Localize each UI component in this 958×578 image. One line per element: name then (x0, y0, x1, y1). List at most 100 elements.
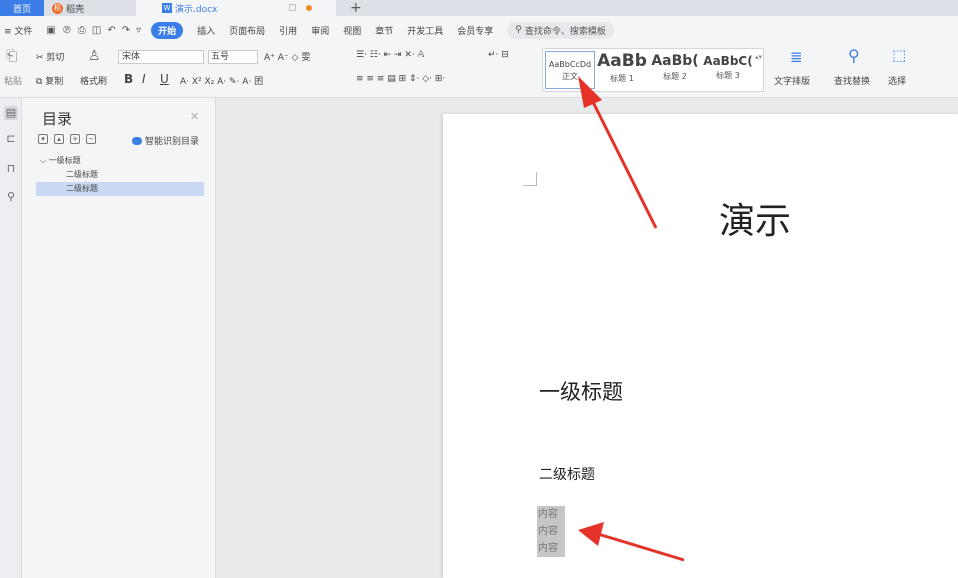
toc-item-label: 二级标题 (66, 184, 98, 193)
style-heading-3-name: 标题 3 (716, 71, 740, 80)
select-icon[interactable]: ⬚ (892, 46, 906, 64)
quick-access-toolbar: ▣ ℗ ⎙ ◫ ↶ ↷ ▿ (46, 25, 141, 36)
italic-button[interactable]: I (142, 72, 146, 86)
collapse-all-icon[interactable]: ▾ (38, 134, 48, 144)
tab-docer[interactable]: 稻 稻壳 (44, 0, 136, 16)
search-icon: ⚲ (515, 25, 522, 35)
smart-toc-button[interactable]: 智能识别目录 (132, 134, 199, 147)
doc-body-line: 内容 (538, 543, 558, 554)
toc-item[interactable]: 二级标题 (36, 168, 204, 182)
underline-button[interactable]: U (160, 72, 169, 86)
toc-item[interactable]: ⌵ 一级标题 (36, 154, 204, 168)
font-grow-shrink-icons[interactable]: A⁺ A⁻ ◇ 雯 (264, 50, 310, 63)
menu-view[interactable]: 视图 (343, 24, 361, 37)
customize-icon[interactable]: ▿ (136, 25, 141, 36)
find-replace-button[interactable]: 查找替换 (834, 74, 870, 87)
close-icon[interactable]: ✕ (190, 110, 199, 123)
margin-corner-mark (523, 172, 537, 186)
menu-insert[interactable]: 插入 (197, 24, 215, 37)
find-replace-icon[interactable]: ⚲ (848, 46, 860, 65)
search-panel-icon[interactable]: ⚲ (4, 190, 18, 204)
cut-label: 剪切 (46, 53, 65, 63)
tab-docer-label: 稻壳 (66, 4, 85, 15)
bookmark-icon[interactable]: ⊓ (4, 162, 18, 176)
command-search-box[interactable]: ⚲ 查找命令、搜索模板 (507, 21, 614, 39)
ribbon-toolbar: ⎗ 粘贴 ✂ 剪切 ⧉ 复制 ♙ 格式刷 宋体 五号 A⁺ A⁻ ◇ 雯 B I… (0, 44, 958, 98)
doc-body-line: 内容 (538, 509, 558, 520)
menu-developer[interactable]: 开发工具 (407, 24, 443, 37)
document-page[interactable]: 演示 一级标题 二级标题 内容 内容 内容 (443, 114, 958, 578)
word-doc-icon: W (162, 3, 172, 13)
toc-panel-icon[interactable]: ▤ (4, 106, 18, 120)
style-normal[interactable]: AaBbCcDd 正文 (545, 51, 595, 89)
unsaved-dot-icon (306, 5, 312, 11)
remove-heading-icon[interactable]: − (86, 134, 96, 144)
toc-panel: 目录 ✕ ▾ ▴ + − 智能识别目录 ⌵ 一级标题 二级标题 二级标题 (22, 98, 216, 578)
font-size-value: 五号 (211, 52, 230, 62)
format-painter-icon[interactable]: ♙ (88, 48, 101, 64)
toc-item-label: 一级标题 (48, 156, 81, 165)
add-heading-icon[interactable]: + (70, 134, 80, 144)
select-button[interactable]: 选择 (888, 74, 906, 87)
menu-page-layout[interactable]: 页面布局 (229, 24, 265, 37)
style-gallery: AaBbCcDd 正文 AaBb 标题 1 AaBb( 标题 2 AaBbC( … (542, 48, 764, 92)
output-pdf-icon[interactable]: ℗ (62, 25, 72, 36)
cut-button[interactable]: ✂ 剪切 (36, 50, 64, 63)
format-painter-button[interactable]: 格式刷 (80, 74, 107, 87)
style-heading-1-preview: AaBb (597, 51, 647, 71)
doc-body-line: 内容 (538, 526, 558, 537)
list-indent-icons[interactable]: ☰· ☷· ⇤ ⇥ ✕· 𝔸 (356, 50, 424, 60)
tab-document-label: 演示.docx (175, 4, 218, 15)
menu-section[interactable]: 章节 (375, 24, 393, 37)
style-heading-2-name: 标题 2 (663, 72, 687, 81)
doc-title[interactable]: 演示 (719, 192, 791, 244)
menu-bar: ≡ 文件 ▣ ℗ ⎙ ◫ ↶ ↷ ▿ 开始 插入 页面布局 引用 审阅 视图 章… (0, 16, 958, 44)
print-icon[interactable]: ⎙ (78, 25, 86, 36)
bold-button[interactable]: B (124, 72, 133, 86)
expand-all-icon[interactable]: ▴ (54, 134, 64, 144)
menu-start[interactable]: 开始 (151, 21, 184, 39)
tab-document[interactable]: W 演示.docx ▢ (136, 0, 336, 16)
style-normal-preview: AaBbCcDd (548, 60, 592, 69)
toc-title: 目录 (42, 110, 73, 128)
font-name-select[interactable]: 宋体 (118, 50, 204, 64)
menu-file[interactable]: ≡ 文件 (4, 24, 32, 37)
menu-review[interactable]: 审阅 (311, 24, 329, 37)
style-heading-3[interactable]: AaBbC( 标题 3 (703, 51, 753, 89)
tab-bar: 首页 稻 稻壳 W 演示.docx ▢ + (0, 0, 958, 16)
text-layout-icon[interactable]: ≣ (790, 48, 803, 66)
copy-label: 复制 (45, 77, 64, 87)
doc-heading-1[interactable]: 一级标题 (539, 376, 623, 406)
document-canvas: 演示 一级标题 二级标题 内容 内容 内容 (217, 98, 958, 578)
paste-button[interactable]: 粘贴 (4, 74, 22, 87)
docer-logo-icon: 稻 (52, 2, 63, 14)
doc-selected-body[interactable]: 内容 内容 内容 (537, 506, 565, 557)
undo-icon[interactable]: ↶ (107, 25, 115, 36)
style-normal-name: 正文 (562, 72, 578, 81)
style-heading-1[interactable]: AaBb 标题 1 (597, 51, 647, 89)
style-heading-2[interactable]: AaBb( 标题 2 (649, 51, 701, 89)
font-effects-icons[interactable]: A· X² X₂ A· ✎· A· 囨 (180, 74, 263, 87)
copy-button[interactable]: ⧉ 复制 (36, 74, 63, 87)
chapter-icon[interactable]: ⊏ (4, 132, 18, 146)
toc-list: ⌵ 一级标题 二级标题 二级标题 (36, 154, 204, 196)
toc-item-selected[interactable]: 二级标题 (36, 182, 204, 196)
save-icon[interactable]: ▣ (46, 25, 55, 36)
menu-references[interactable]: 引用 (279, 24, 297, 37)
pin-icon[interactable]: ▢ (288, 3, 297, 13)
new-tab-button[interactable]: + (350, 0, 362, 16)
toc-tools: ▾ ▴ + − (38, 134, 96, 144)
paste-icon[interactable]: ⎗ (6, 48, 17, 64)
text-layout-button[interactable]: 文字排版 (774, 74, 810, 87)
alignment-icons[interactable]: ≡ ≡ ≡ ▤ ⊞ ⇕· ◇· ⊞· (356, 74, 445, 84)
style-gallery-scroll-icon[interactable]: ▴▾ (755, 53, 762, 61)
toc-item-label: 二级标题 (66, 170, 98, 179)
font-size-select[interactable]: 五号 (208, 50, 258, 64)
doc-heading-2[interactable]: 二级标题 (539, 464, 595, 484)
paragraph-mark-icons[interactable]: ↵· ⊟ (488, 50, 509, 60)
tab-home[interactable]: 首页 (0, 0, 44, 16)
redo-icon[interactable]: ↷ (122, 25, 130, 36)
print-preview-icon[interactable]: ◫ (92, 25, 101, 36)
menu-member[interactable]: 会员专享 (457, 24, 493, 37)
chevron-down-icon[interactable]: ⌵ (40, 156, 49, 165)
